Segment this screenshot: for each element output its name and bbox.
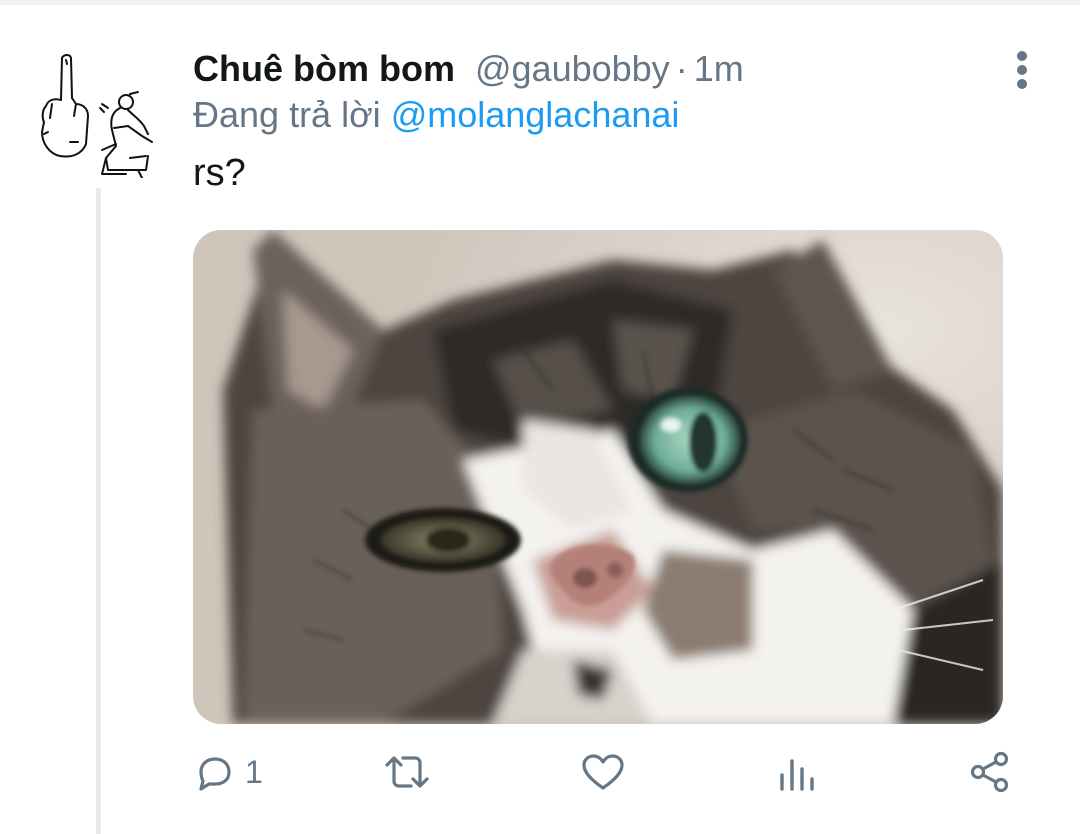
tweet-media-image[interactable] — [193, 230, 1003, 724]
tweet-page: Chuê bòm bom @gaubobby · 1m Đang trả lời… — [0, 0, 1080, 834]
avatar-sketch-icon — [41, 54, 153, 179]
share-icon — [970, 751, 1009, 793]
cat-photo-icon — [193, 230, 1003, 724]
thread-line — [96, 188, 101, 834]
share-button[interactable] — [968, 746, 1012, 798]
heart-icon — [582, 754, 624, 790]
reply-count: 1 — [245, 753, 263, 790]
more-options-button[interactable] — [1000, 48, 1044, 92]
user-handle[interactable]: @gaubobby — [475, 48, 670, 90]
separator-dot: · — [675, 48, 688, 89]
analytics-icon — [780, 759, 814, 791]
like-button[interactable] — [580, 746, 626, 798]
reply-button[interactable]: 1 — [193, 746, 263, 798]
tweet-header: Chuê bòm bom @gaubobby · 1m — [193, 46, 744, 92]
tweet-text: rs? — [193, 152, 246, 194]
replying-to-mention-link[interactable]: @molanglachanai — [391, 94, 680, 136]
tweet-timestamp[interactable]: 1m — [694, 48, 744, 90]
tweet-action-bar: 1 — [0, 740, 1080, 800]
replying-to-label: Đang trả lời — [193, 94, 381, 135]
avatar[interactable] — [30, 46, 162, 179]
more-vertical-icon — [1017, 51, 1027, 89]
display-name[interactable]: Chuê bòm bom — [193, 48, 455, 90]
retweet-icon — [385, 756, 429, 788]
replying-to: Đang trả lời @molanglachanai — [193, 92, 679, 138]
analytics-button[interactable] — [776, 746, 818, 798]
reply-icon — [199, 757, 231, 791]
retweet-button[interactable] — [383, 746, 431, 798]
top-divider — [0, 0, 1080, 5]
